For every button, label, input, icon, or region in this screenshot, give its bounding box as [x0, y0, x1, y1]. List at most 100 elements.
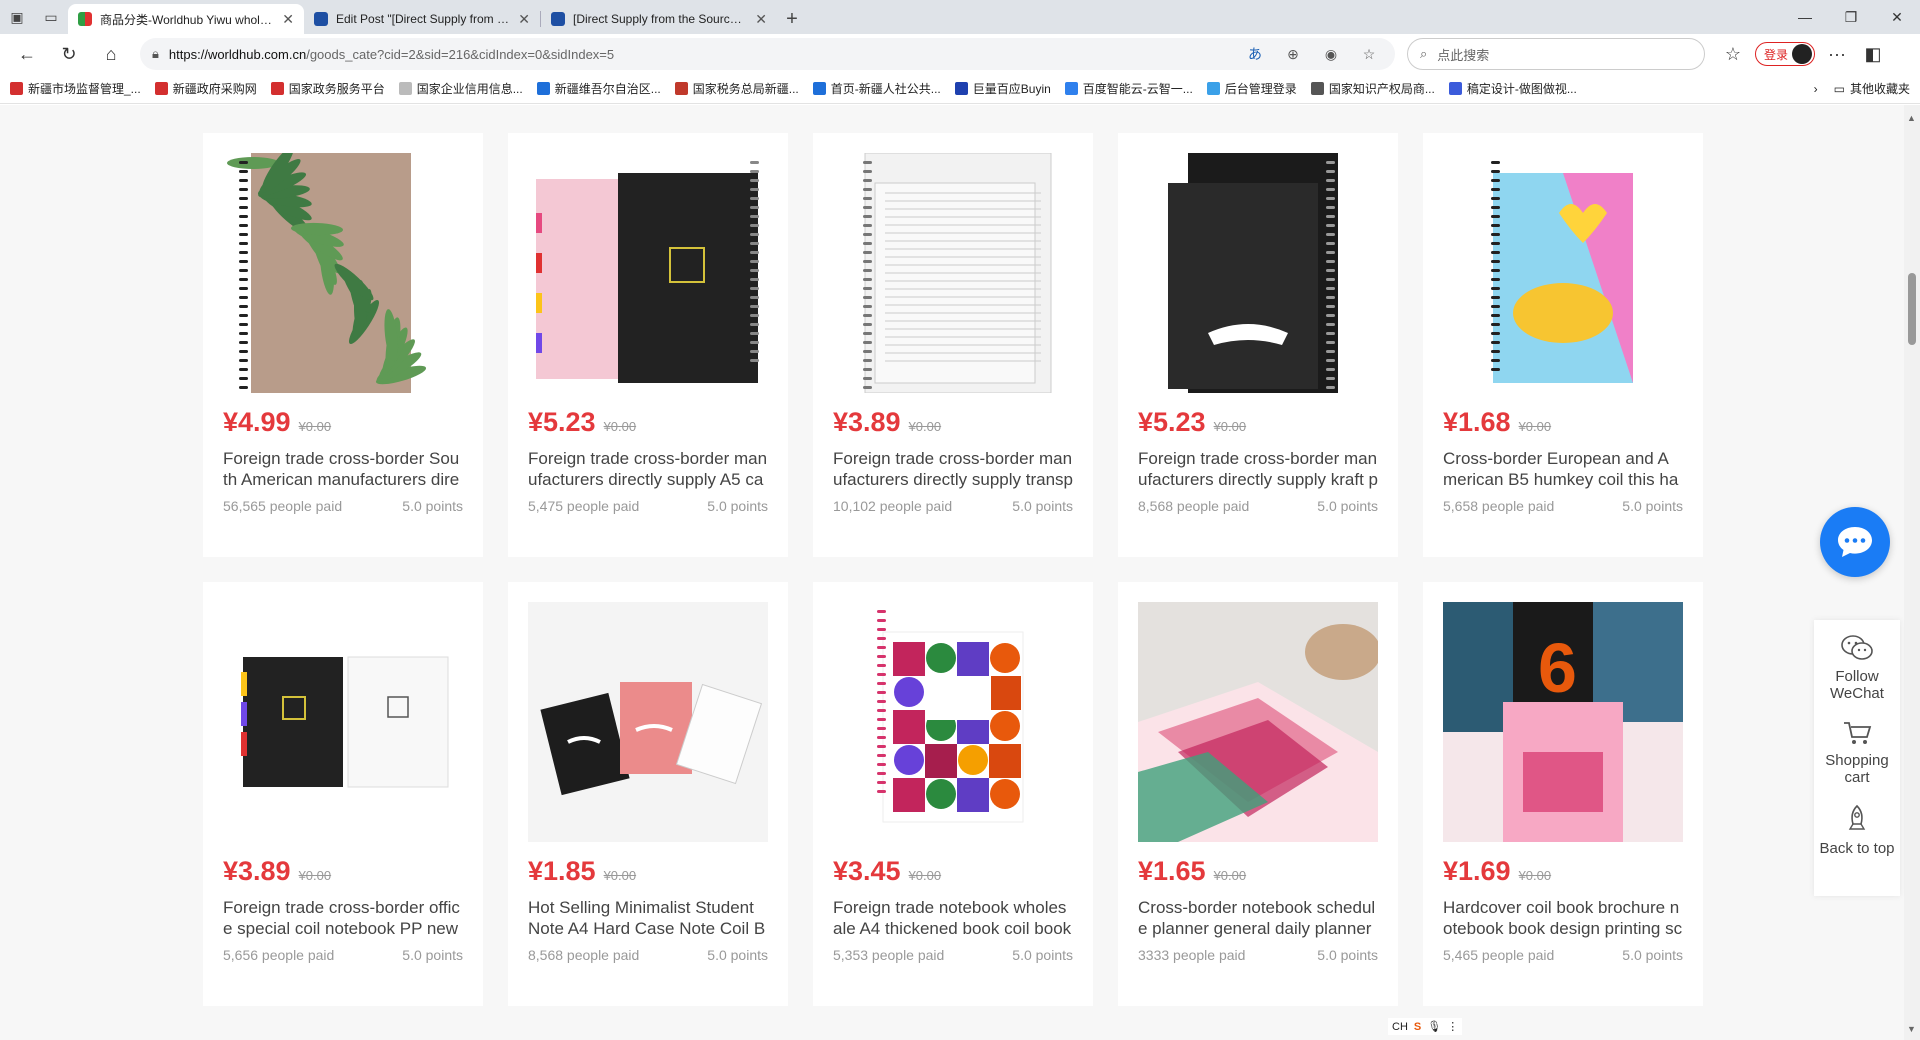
bookmark-label: 后台管理登录 [1224, 82, 1297, 96]
tab-actions-icon[interactable]: ▭ [34, 0, 68, 34]
shopping-cart-button[interactable]: Shopping cart [1822, 720, 1892, 786]
product-card[interactable]: ¥3.89 ¥0.00 Foreign trade cross-border off… [203, 582, 483, 1006]
more-menu-icon[interactable]: ··· [1823, 38, 1851, 70]
workspaces-icon[interactable]: ▣ [0, 0, 34, 34]
product-title[interactable]: Cross-border European and American B5 hu… [1443, 448, 1683, 490]
product-card[interactable]: ¥4.99 ¥0.00 Foreign trade cross-border Sou… [203, 133, 483, 557]
back-to-top-button[interactable]: Back to top [1819, 804, 1895, 857]
bookmark-item[interactable]: 新疆维吾尔自治区... [536, 80, 661, 97]
bookmark-item[interactable]: 国家企业信用信息... [398, 80, 523, 97]
tab-edit-post[interactable]: Edit Post "[Direct Supply from the Sourc… [304, 4, 540, 34]
bookmark-item[interactable]: 国家税务总局新疆... [674, 80, 799, 97]
zoom-icon[interactable]: ⊕ [1279, 46, 1307, 63]
bookmark-item[interactable]: 稿定设计-做图做视... [1448, 80, 1577, 97]
rating-points: 5.0 points [402, 947, 463, 963]
product-title[interactable]: Foreign trade cross-border manufacturers… [1138, 448, 1378, 490]
ime-menu-icon[interactable]: ⋮ [1447, 1020, 1458, 1033]
bookmark-favicon [1448, 82, 1462, 95]
product-image[interactable] [833, 602, 1073, 842]
bookmark-item[interactable]: 后台管理登录 [1206, 80, 1297, 97]
favorites-icon[interactable]: ☆ [1719, 38, 1747, 70]
close-tab-icon[interactable]: ✕ [518, 11, 530, 28]
tab-bar: ▣ ▭ 商品分类-Worldhub Yiwu wholesale ✕ Edit … [0, 0, 1920, 34]
follow-wechat-button[interactable]: Follow WeChat [1827, 634, 1887, 702]
rating-points: 5.0 points [1317, 947, 1378, 963]
sidebar-toggle-icon[interactable]: ◧ [1859, 38, 1887, 70]
product-card[interactable]: ¥1.85 ¥0.00 Hot Selling Minimalist Student… [508, 582, 788, 1006]
product-image[interactable] [528, 602, 768, 842]
vertical-scrollbar[interactable]: ▲ ▼ [1904, 105, 1920, 1040]
scroll-up-icon[interactable]: ▲ [1907, 113, 1916, 123]
bookmark-item[interactable]: 国家知识产权局商... [1310, 80, 1435, 97]
browser-search-field[interactable]: ⌕ 点此搜索 [1407, 38, 1705, 70]
product-price: ¥1.65 [1138, 856, 1206, 886]
product-image[interactable] [223, 153, 463, 393]
product-meta: 8,568 people paid 5.0 points [1138, 498, 1378, 514]
product-listing: ¥4.99 ¥0.00 Foreign trade cross-border Sou… [0, 105, 1904, 1040]
product-card[interactable]: ¥3.45 ¥0.00 Foreign trade notebook wholesa… [813, 582, 1093, 1006]
login-button[interactable]: 登录 [1755, 42, 1816, 66]
product-card[interactable]: 6 ¥1.69 ¥0.00 Hardcover coil book brochure … [1423, 582, 1703, 1006]
rating-points: 5.0 points [1622, 947, 1683, 963]
other-bookmarks[interactable]: ▭ 其他收藏夹 [1834, 80, 1910, 97]
chat-bubble-icon [1838, 527, 1872, 557]
product-card[interactable]: ¥5.23 ¥0.00 Foreign trade cross-border man… [508, 133, 788, 557]
product-card[interactable]: ¥1.68 ¥0.00 Cross-border European and Amer… [1423, 133, 1703, 557]
close-window-icon[interactable]: ✕ [1874, 0, 1920, 34]
people-paid: 5,658 people paid [1443, 498, 1555, 514]
product-card[interactable]: ¥5.23 ¥0.00 Foreign trade cross-border man… [1118, 133, 1398, 557]
chat-button[interactable] [1820, 507, 1890, 577]
product-title[interactable]: Foreign trade cross-border office specia… [223, 897, 463, 939]
bookmark-item[interactable]: 新疆政府采购网 [154, 80, 257, 97]
price-row: ¥3.89 ¥0.00 [223, 856, 463, 887]
scroll-down-icon[interactable]: ▼ [1907, 1024, 1916, 1034]
favorite-star-icon[interactable]: ☆ [1355, 46, 1383, 63]
ime-language[interactable]: CH [1392, 1021, 1408, 1033]
reader-icon[interactable]: ◉ [1317, 46, 1345, 63]
product-image[interactable] [1443, 153, 1683, 393]
product-card[interactable]: ¥3.89 ¥0.00 Foreign trade cross-border man… [813, 133, 1093, 557]
cart-label: Shopping cart [1825, 752, 1889, 786]
bookmark-item[interactable]: 巨量百应Buyin [954, 80, 1051, 97]
product-image[interactable] [528, 153, 768, 393]
url-field[interactable]: 🔒︎ https://worldhub.com.cn/goods_cate?ci… [140, 38, 1395, 70]
wechat-icon [1841, 635, 1873, 660]
tab-direct-supply[interactable]: [Direct Supply from the Source, H ✕ [541, 4, 777, 34]
product-title[interactable]: Foreign trade cross-border manufacturers… [833, 448, 1073, 490]
product-image[interactable] [223, 602, 463, 842]
microphone-icon[interactable]: 🎙︎ [1427, 1020, 1441, 1033]
bookmark-item[interactable]: 国家政务服务平台 [270, 80, 385, 97]
product-image[interactable]: 6 [1443, 602, 1683, 842]
product-title[interactable]: Foreign trade cross-border manufacturers… [528, 448, 768, 490]
product-card[interactable]: ¥1.65 ¥0.00 Cross-border notebook schedule… [1118, 582, 1398, 1006]
site-info-icon[interactable]: 🔒︎ [152, 46, 159, 62]
scrollbar-thumb[interactable] [1908, 273, 1916, 345]
product-image[interactable] [1138, 153, 1378, 393]
product-title[interactable]: Cross-border notebook schedule planner g… [1138, 897, 1378, 939]
product-title[interactable]: Foreign trade cross-border South America… [223, 448, 463, 490]
product-title[interactable]: Hot Selling Minimalist Student Note A4 H… [528, 897, 768, 939]
close-tab-icon[interactable]: ✕ [755, 11, 767, 28]
ime-logo-icon[interactable]: S [1414, 1021, 1421, 1033]
refresh-icon[interactable]: ↻ [50, 38, 88, 70]
minimize-icon[interactable]: — [1782, 0, 1828, 34]
product-title[interactable]: Hardcover coil book brochure notebook bo… [1443, 897, 1683, 939]
product-image[interactable] [833, 153, 1073, 393]
tab-worldhub[interactable]: 商品分类-Worldhub Yiwu wholesale ✕ [68, 4, 304, 34]
bookmark-item[interactable]: 百度智能云-云智一... [1064, 80, 1193, 97]
back-icon[interactable]: ← [8, 38, 46, 70]
product-title[interactable]: Foreign trade notebook wholesale A4 thic… [833, 897, 1073, 939]
translate-icon[interactable]: あ [1241, 44, 1269, 64]
restore-icon[interactable]: ❐ [1828, 0, 1874, 34]
address-bar-row: ← ↻ ⌂ 🔒︎ https://worldhub.com.cn/goods_c… [0, 34, 1920, 74]
bookmark-item[interactable]: 新疆市场监督管理_... [10, 80, 141, 97]
chevron-right-icon[interactable]: › [1814, 82, 1818, 96]
home-icon[interactable]: ⌂ [92, 38, 130, 70]
bookmark-favicon [1206, 82, 1220, 95]
close-tab-icon[interactable]: ✕ [282, 11, 294, 28]
bookmark-item[interactable]: 首页-新疆人社公共... [812, 80, 941, 97]
new-tab-button[interactable]: + [777, 4, 807, 34]
tab-title: Edit Post "[Direct Supply from the Sourc… [336, 12, 510, 26]
product-image[interactable] [1138, 602, 1378, 842]
original-price: ¥0.00 [298, 419, 332, 434]
